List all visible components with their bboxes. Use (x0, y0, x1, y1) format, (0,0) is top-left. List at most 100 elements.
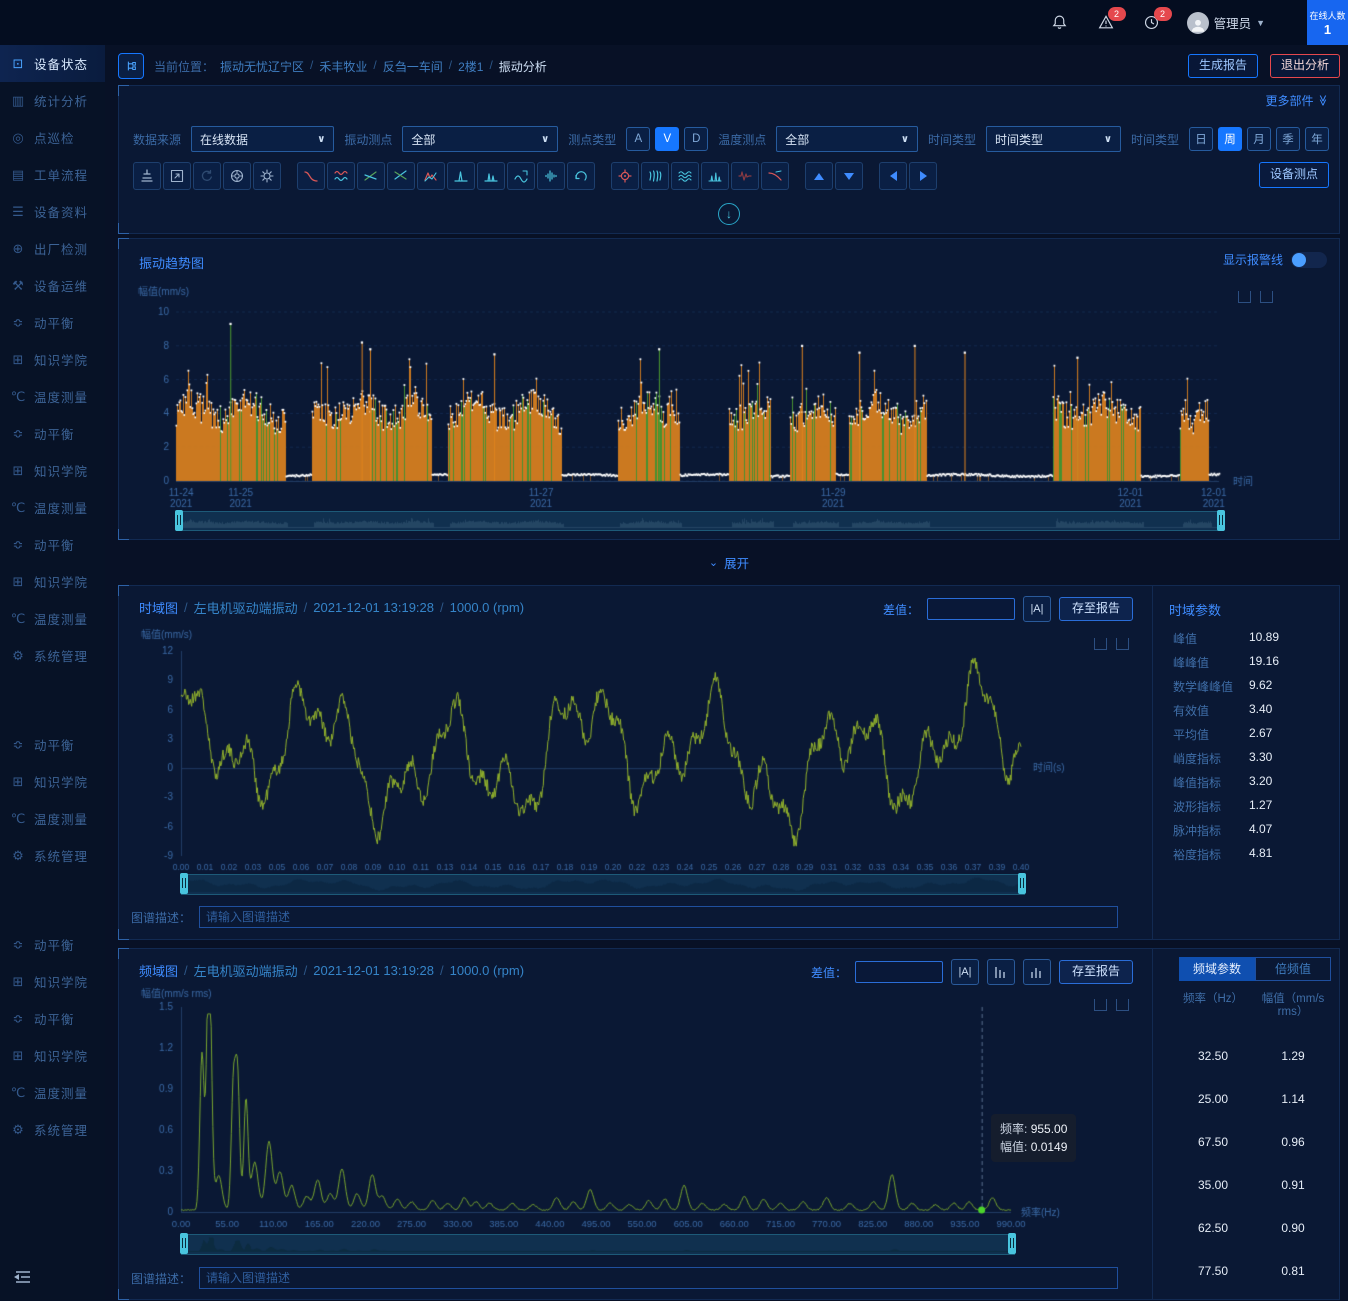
cross-trend-button[interactable] (357, 162, 385, 190)
brush-handle-right[interactable] (1008, 1233, 1016, 1254)
breadcrumb-part[interactable]: 反刍一车间 (383, 58, 443, 75)
burst-wave-button[interactable] (537, 162, 565, 190)
sidebar-item-academy[interactable]: ⊞知识学院 (0, 452, 105, 489)
time-range-chip-月[interactable]: 月 (1247, 127, 1271, 151)
wheel-button[interactable] (223, 162, 251, 190)
device-tree-icon[interactable] (118, 53, 144, 79)
collapse-filter-icon[interactable]: ↓ (718, 203, 740, 225)
sidebar-item-workflow[interactable]: ▤工单流程 (0, 156, 105, 193)
sidebar-item-balance[interactable]: ≎动平衡 (0, 415, 105, 452)
undo-button[interactable] (567, 162, 595, 190)
sidebar-item-thermo[interactable]: ℃温度测量 (0, 600, 105, 637)
axis-target-button[interactable] (611, 162, 639, 190)
alarm-warning-icon[interactable]: 2 (1095, 12, 1117, 34)
more-widgets-link[interactable]: 更多部件 ≫ (1265, 92, 1329, 109)
user-menu[interactable]: 管理员 ▼ (1187, 12, 1265, 34)
time-type-select[interactable]: 时间类型∨ (986, 126, 1121, 152)
sidebar-item-thermo[interactable]: ℃温度测量 (0, 1074, 105, 1111)
breadcrumb-part[interactable]: 振动无忧辽宁区 (220, 58, 304, 75)
decay-curve-button[interactable] (297, 162, 325, 190)
tab-freq-params[interactable]: 频域参数 (1179, 957, 1255, 981)
gear-tool-button[interactable] (253, 162, 281, 190)
sidebar-item-gear[interactable]: ⚙系统管理 (0, 1111, 105, 1148)
marker-a-button[interactable]: |A| (1023, 596, 1051, 622)
brush-handle-right[interactable] (1018, 873, 1026, 894)
sidebar-item-academy[interactable]: ⊞知识学院 (0, 563, 105, 600)
vib-point-select[interactable]: 全部∨ (402, 126, 558, 152)
sidebar-item-files[interactable]: ☰设备资料 (0, 193, 105, 230)
double-peak-button[interactable] (477, 162, 505, 190)
cross-trend2-button[interactable] (387, 162, 415, 190)
diff-input[interactable] (927, 598, 1015, 620)
time-range-chip-年[interactable]: 年 (1305, 127, 1329, 151)
stamp-button[interactable] (133, 162, 161, 190)
reset-button[interactable] (193, 162, 221, 190)
save-report-button[interactable]: 存至报告 (1059, 960, 1133, 984)
sidebar-item-balance[interactable]: ≎动平衡 (0, 726, 105, 763)
brush-handle-right[interactable] (1217, 510, 1225, 531)
history-clock-icon[interactable]: 2 (1141, 12, 1163, 34)
sidebar-item-gear[interactable]: ⚙系统管理 (0, 837, 105, 874)
multi-wave-button[interactable] (671, 162, 699, 190)
sidebar-item-balance[interactable]: ≎动平衡 (0, 526, 105, 563)
generate-report-button[interactable]: 生成报告 (1188, 54, 1258, 78)
collapse-sidebar-icon[interactable] (12, 1268, 34, 1289)
marker-a-button[interactable]: |A| (951, 959, 979, 985)
sidebar-item-inspect[interactable]: ◎点巡检 (0, 119, 105, 156)
save-report-button[interactable]: 存至报告 (1059, 597, 1133, 621)
breadcrumb-part[interactable]: 振动分析 (499, 58, 547, 75)
brush-handle-left[interactable] (180, 873, 188, 894)
tab-harmonics[interactable]: 倍频值 (1255, 957, 1331, 981)
harmonic-cursor-button[interactable] (987, 959, 1015, 985)
prev-button[interactable] (879, 162, 907, 190)
sidebar-item-academy[interactable]: ⊞知识学院 (0, 763, 105, 800)
data-source-select[interactable]: 在线数据∨ (191, 126, 334, 152)
time-range-chip-周[interactable]: 周 (1218, 127, 1242, 151)
dim-waveform-button[interactable] (731, 162, 759, 190)
exit-analysis-button[interactable]: 退出分析 (1270, 54, 1340, 78)
desc-input[interactable] (199, 906, 1118, 928)
spec-brush[interactable] (181, 1234, 1015, 1255)
notification-bell-icon[interactable] (1049, 12, 1071, 34)
breadcrumb-part[interactable]: 2楼1 (458, 58, 483, 75)
sidebar-item-wrench[interactable]: ⚒设备运维 (0, 267, 105, 304)
alarm-line-toggle[interactable] (1291, 252, 1327, 268)
sidebar-item-monitor[interactable]: ⊡设备状态 (0, 45, 105, 82)
sidebar-item-balance[interactable]: ≎动平衡 (0, 304, 105, 341)
shift-down-button[interactable] (835, 162, 863, 190)
shift-up-button[interactable] (805, 162, 833, 190)
sidebar-item-academy[interactable]: ⊞知识学院 (0, 1037, 105, 1074)
sidebar-item-thermo[interactable]: ℃温度测量 (0, 800, 105, 837)
sidebar-item-academy[interactable]: ⊞知识学院 (0, 963, 105, 1000)
trend-brush[interactable] (176, 511, 1224, 531)
breadcrumb-part[interactable]: 禾丰牧业 (319, 58, 367, 75)
time-waveform-chart[interactable] (119, 626, 1159, 886)
diff-input[interactable] (855, 961, 943, 983)
device-point-button[interactable]: 设备测点 (1259, 162, 1329, 188)
sidebar-item-balance[interactable]: ≎动平衡 (0, 1000, 105, 1037)
point-type-chip-V[interactable]: V (655, 127, 679, 151)
dual-wave-button[interactable] (327, 162, 355, 190)
time-range-chip-季[interactable]: 季 (1276, 127, 1300, 151)
single-peak-button[interactable] (447, 162, 475, 190)
sidebar-item-chart[interactable]: ▥统计分析 (0, 82, 105, 119)
sidebar-item-academy[interactable]: ⊞知识学院 (0, 341, 105, 378)
point-type-chip-D[interactable]: D (684, 127, 708, 151)
sidebar-item-thermo[interactable]: ℃温度测量 (0, 489, 105, 526)
trend-chart[interactable] (119, 279, 1339, 509)
sidebar-item-gear[interactable]: ⚙系统管理 (0, 637, 105, 674)
next-button[interactable] (909, 162, 937, 190)
brush-handle-left[interactable] (175, 510, 183, 531)
expand-bar[interactable]: ⌄ 展开 (118, 548, 1340, 576)
fit-screen-button[interactable] (163, 162, 191, 190)
time-range-chip-日[interactable]: 日 (1189, 127, 1213, 151)
spectrum-peaks-button[interactable] (701, 162, 729, 190)
sidebar-item-factory[interactable]: ⊕出厂检测 (0, 230, 105, 267)
slope-curve-button[interactable] (761, 162, 789, 190)
sidebar-item-thermo[interactable]: ℃温度测量 (0, 378, 105, 415)
overlay-peaks-button[interactable] (417, 162, 445, 190)
brush-handle-left[interactable] (180, 1233, 188, 1254)
desc-input[interactable] (199, 1267, 1118, 1289)
wave-refresh-button[interactable] (507, 162, 535, 190)
sideband-cursor-button[interactable] (1023, 959, 1051, 985)
